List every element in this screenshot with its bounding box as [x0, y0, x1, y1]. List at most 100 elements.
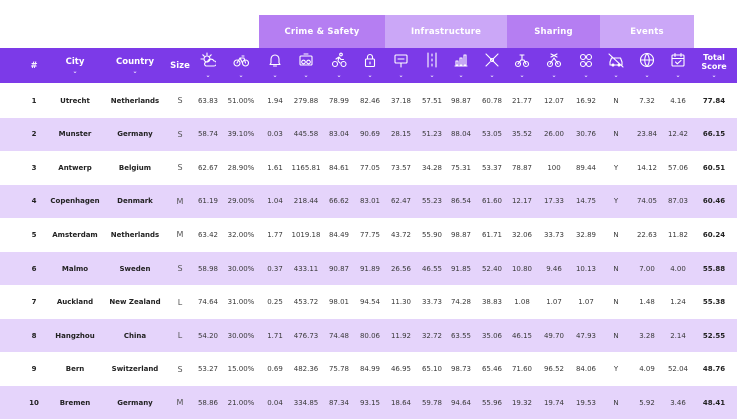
chevron-down-icon[interactable]: ⌄ [132, 68, 137, 75]
route-icon [484, 52, 500, 71]
header-road-sign[interactable]: ⌄ [385, 48, 417, 83]
chevron-down-icon[interactable]: ⌄ [238, 73, 243, 79]
table-row[interactable]: 6 Malmo Sweden S 58.98 30.00% 0.37 433.11 90.87 9… [0, 252, 737, 285]
metric-cell: 75.78 [328, 365, 350, 374]
table-row[interactable]: 10 Bremen Germany M 58.86 21.00% 0.04 334.85 87.… [0, 386, 737, 420]
metric-cell: 14.75 [575, 197, 597, 206]
bike-share-icon [514, 52, 530, 71]
header-total-score[interactable]: Total Score ⌄ [698, 48, 730, 83]
metric-cell: 26.56 [390, 264, 412, 273]
table-row[interactable]: 5 Amsterdam Netherlands M 63.42 32.00% 1.77 101… [0, 218, 737, 251]
country-cell: Netherlands [110, 230, 160, 239]
table-row[interactable]: 8 Hangzhou China L 54.20 30.00% 1.71 476.73 74.4… [0, 319, 737, 353]
table-row[interactable]: 4 Copenhagen Denmark M 61.19 29.00% 1.04 218.44… [0, 184, 737, 218]
header-route[interactable]: ⌄ [476, 48, 508, 83]
metric-cell: 78.87 [511, 163, 533, 172]
header-bicycle[interactable]: ⌄ [225, 48, 257, 83]
header-rank-label: # [30, 60, 38, 71]
metric-cell: 83.04 [328, 130, 350, 139]
header-bike-lane[interactable]: ⌄ [416, 48, 448, 83]
metric-cell: 55.90 [421, 230, 443, 239]
bike-group-icon [578, 52, 594, 71]
chevron-down-icon[interactable]: ⌄ [72, 68, 77, 75]
chevron-down-icon[interactable]: ⌄ [429, 73, 434, 79]
group-infrastructure[interactable]: Infrastructure [385, 15, 507, 48]
country-cell: Switzerland [111, 365, 159, 374]
metric-cell: 4.16 [670, 96, 686, 105]
header-country[interactable]: Country ⌄ [116, 48, 154, 83]
group-crime-safety[interactable]: Crime & Safety [259, 15, 385, 48]
header-globe[interactable]: ⌄ [631, 48, 663, 83]
header-country-label: Country [116, 56, 154, 67]
metric-cell: 12.42 [667, 130, 689, 139]
chevron-down-icon[interactable]: ⌄ [205, 73, 210, 79]
total-score-cell: 60.51 [702, 163, 726, 172]
header-city[interactable]: City ⌄ [59, 48, 91, 83]
chevron-down-icon[interactable]: ⌄ [489, 73, 494, 79]
table-row[interactable]: 2 Munster Germany S 58.74 39.10% 0.03 445.58 83.… [0, 117, 737, 151]
metric-cell: 94.54 [359, 298, 381, 307]
chevron-down-icon[interactable]: ⌄ [458, 73, 463, 79]
chevron-down-icon[interactable]: ⌄ [303, 73, 308, 79]
table-row[interactable]: 7 Auckland New Zealand L 74.64 31.00% 0.25 453.… [0, 286, 737, 319]
metric-cell: 86.54 [450, 197, 472, 206]
header-car-free[interactable]: ⌄ [600, 48, 632, 83]
metric-cell: 0.04 [267, 398, 283, 407]
table-row[interactable]: 9 Bern Switzerland S 53.27 15.00% 0.69 482.36 75… [0, 353, 737, 386]
city-cell: Copenhagen [50, 197, 100, 206]
country-cell: Sweden [119, 264, 151, 273]
metric-cell: 98.01 [328, 298, 350, 307]
metric-cell: 46.95 [390, 365, 412, 374]
chevron-down-icon[interactable]: ⌄ [613, 73, 618, 79]
metric-cell: 32.06 [511, 230, 533, 239]
table-row[interactable]: 1 Utrecht Netherlands S 63.83 51.00% 1.94 279.8… [0, 84, 737, 117]
table-header: # City ⌄ Country ⌄ Size ⌄ ⌄ ⌄ ⌄ ⌄ ⌄ ⌄ ⌄ ⌄ ⌄ ⌄ ⌄ ⌄ ⌄ ⌄ ⌄ Total S… [0, 48, 737, 83]
chart-icon [453, 52, 469, 71]
header-weather[interactable]: ⌄ [192, 48, 224, 83]
chevron-down-icon[interactable]: ⌄ [398, 73, 403, 79]
chevron-down-icon[interactable]: ⌄ [551, 73, 556, 79]
total-score-cell: 66.15 [702, 130, 726, 139]
chevron-down-icon[interactable]: ⌄ [675, 73, 680, 79]
metric-cell: 57.06 [667, 163, 689, 172]
metric-cell: 63.55 [450, 331, 472, 340]
header-bike-share[interactable]: ⌄ [506, 48, 538, 83]
metric-cell: 87.34 [328, 398, 350, 407]
group-events[interactable]: Events [600, 15, 694, 48]
chevron-down-icon[interactable]: ⌄ [367, 73, 372, 79]
chevron-down-icon[interactable]: ⌄ [519, 73, 524, 79]
metric-cell: 334.85 [293, 398, 319, 407]
chevron-down-icon[interactable]: ⌄ [711, 72, 716, 79]
metric-cell: 46.55 [421, 264, 443, 273]
road-sign-icon [393, 52, 409, 71]
column-group-bar: Crime & Safety Infrastructure Sharing Ev… [0, 15, 737, 48]
header-bike-group[interactable]: ⌄ [570, 48, 602, 83]
metric-cell: 93.15 [359, 398, 381, 407]
metric-cell: 1.07 [546, 298, 562, 307]
share-station-icon [546, 52, 562, 71]
chevron-down-icon[interactable]: ⌄ [272, 73, 277, 79]
header-share-station[interactable]: ⌄ [538, 48, 570, 83]
chevron-down-icon[interactable]: ⌄ [583, 73, 588, 79]
chevron-down-icon[interactable]: ⌄ [336, 73, 341, 79]
metric-cell: 1.07 [578, 298, 594, 307]
header-bike-theft[interactable]: ⌄ [290, 48, 322, 83]
header-chart[interactable]: ⌄ [445, 48, 477, 83]
metric-cell: 100 [547, 163, 561, 172]
country-cell: Germany [117, 130, 153, 139]
chevron-down-icon[interactable]: ⌄ [644, 73, 649, 79]
header-bell[interactable]: ⌄ [259, 48, 291, 83]
metric-cell: 453.72 [293, 298, 319, 307]
group-sharing[interactable]: Sharing [507, 15, 600, 48]
metric-cell: 0.37 [267, 264, 283, 273]
metric-cell: 3.46 [670, 398, 686, 407]
header-lock[interactable]: ⌄ [354, 48, 386, 83]
header-calendar[interactable]: ⌄ [662, 48, 694, 83]
header-cyclist[interactable]: ⌄ [323, 48, 355, 83]
metric-cell: 84.99 [359, 365, 381, 374]
metric-cell: 1165.81 [291, 163, 321, 172]
header-rank[interactable]: # [18, 48, 50, 83]
table-row[interactable]: 3 Antwerp Belgium S 62.67 28.90% 1.61 1165.81 84… [0, 151, 737, 184]
bike-theft-icon [298, 52, 314, 71]
metric-cell: 38.83 [481, 298, 503, 307]
